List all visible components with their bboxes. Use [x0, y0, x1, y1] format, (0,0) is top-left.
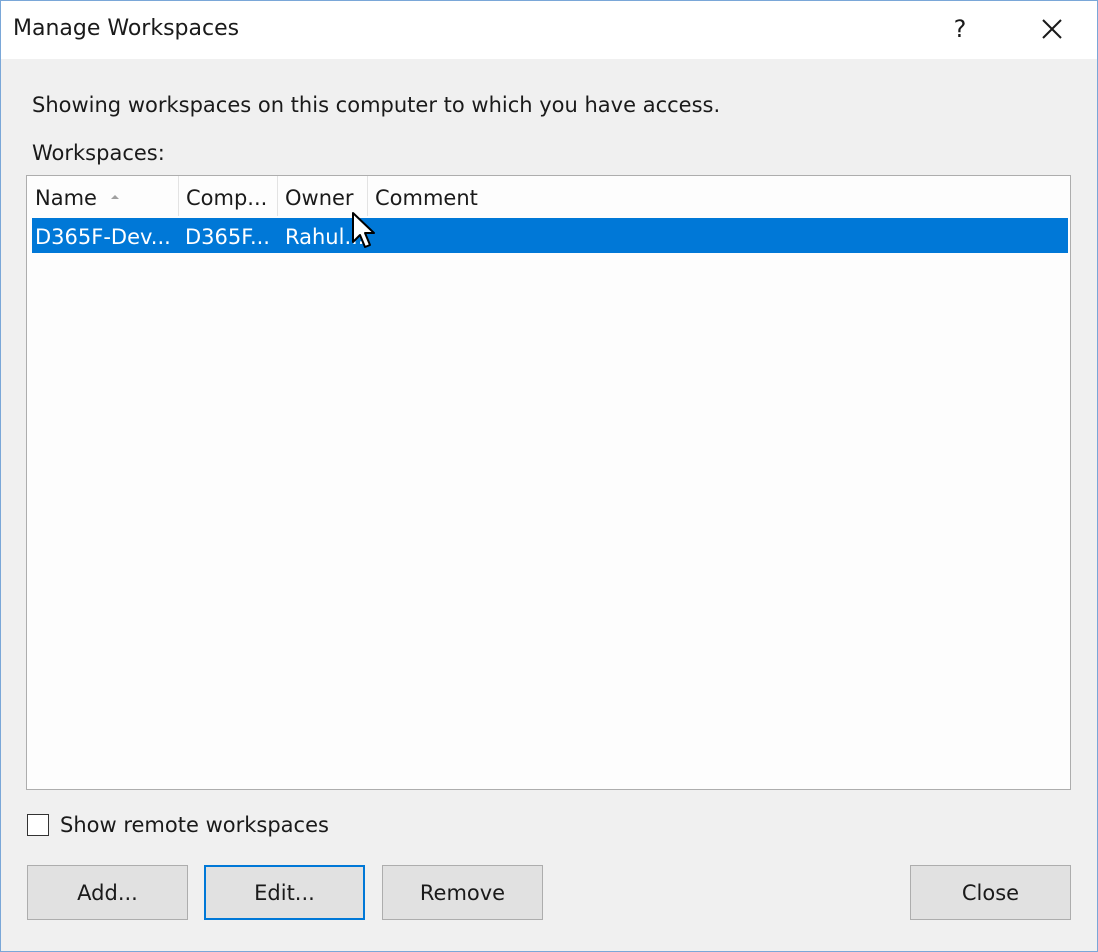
title-bar: Manage Workspaces ?	[1, 1, 1097, 59]
column-header-label: Comp...	[186, 186, 268, 210]
remove-button[interactable]: Remove	[382, 865, 543, 920]
close-icon	[1042, 19, 1062, 39]
cell-owner: Rahul...	[285, 225, 365, 249]
workspaces-list[interactable]: Name Comp... Owner Comment D365F-Dev... …	[26, 175, 1071, 790]
column-header-label: Comment	[375, 186, 478, 210]
list-header: Name Comp... Owner Comment	[27, 176, 1070, 216]
show-remote-workspaces[interactable]: Show remote workspaces	[27, 810, 329, 840]
column-header-computer[interactable]: Comp...	[178, 176, 278, 216]
sort-ascending-icon	[111, 195, 119, 199]
intro-text: Showing workspaces on this computer to w…	[32, 93, 721, 117]
workspaces-label: Workspaces:	[32, 141, 165, 165]
dialog-title: Manage Workspaces	[13, 16, 240, 41]
add-button[interactable]: Add...	[27, 865, 188, 920]
manage-workspaces-dialog: Manage Workspaces ? Showing workspaces o…	[0, 0, 1098, 952]
column-header-name[interactable]: Name	[27, 176, 179, 216]
help-button[interactable]: ?	[937, 9, 983, 49]
show-remote-label[interactable]: Show remote workspaces	[60, 813, 329, 837]
help-icon: ?	[953, 15, 967, 43]
column-header-label: Owner	[285, 186, 354, 210]
column-header-comment[interactable]: Comment	[367, 176, 567, 216]
close-button[interactable]: Close	[910, 865, 1071, 920]
edit-button[interactable]: Edit...	[204, 865, 365, 920]
column-header-owner[interactable]: Owner	[277, 176, 368, 216]
show-remote-checkbox[interactable]	[27, 814, 49, 836]
workspace-row[interactable]: D365F-Dev... D365F... Rahul...	[32, 218, 1068, 253]
cell-computer: D365F...	[185, 225, 270, 249]
close-window-button[interactable]	[1029, 9, 1075, 49]
column-header-label: Name	[35, 186, 97, 210]
cell-name: D365F-Dev...	[35, 225, 171, 249]
